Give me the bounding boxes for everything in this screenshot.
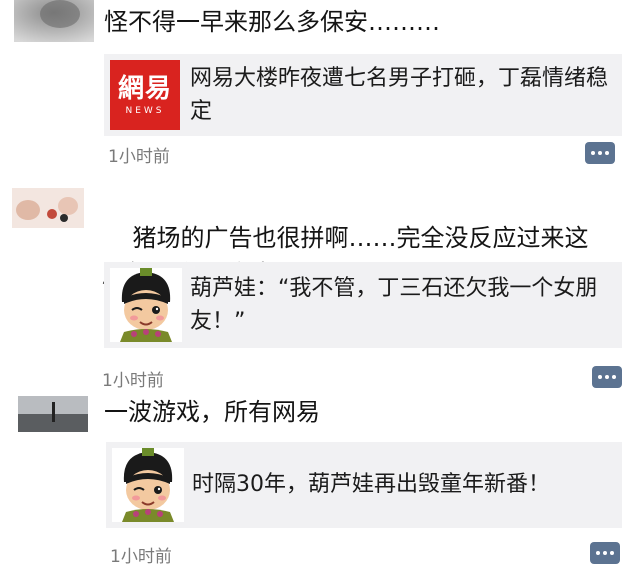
avatar-photo-icon <box>14 0 94 42</box>
avatar-photo-icon <box>12 188 84 228</box>
avatar-photo-icon <box>18 396 88 432</box>
moment-post-2: 猪场的广告也很拼啊……完全没反应过来这居然是个xx广告😂 葫芦娃：“我不管，丁三… <box>0 180 640 392</box>
comment-button[interactable] <box>590 542 620 564</box>
link-title: 时隔30年，葫芦娃再出毁童年新番！ <box>192 472 550 497</box>
shared-link-card[interactable]: 葫芦娃：“我不管，丁三石还欠我一个女朋友！” <box>104 262 622 348</box>
comment-button[interactable] <box>585 142 615 164</box>
shared-link-card[interactable]: 網易 NEWS 网易大楼昨夜遭七名男子打砸，丁磊情绪稳定 <box>104 54 622 136</box>
comment-dots-icon <box>591 151 595 155</box>
link-thumbnail <box>112 448 184 522</box>
comment-dots-icon <box>598 375 602 379</box>
link-thumbnail <box>110 268 182 342</box>
avatar[interactable] <box>18 396 88 432</box>
calabash-brother-icon <box>110 268 182 342</box>
calabash-brother-icon <box>112 448 184 522</box>
moment-post-1: 怪不得一早来那么多保安……… 網易 NEWS 网易大楼昨夜遭七名男子打砸，丁磊情… <box>0 0 640 180</box>
post-text: 怪不得一早来那么多保安……… <box>104 8 440 36</box>
link-title: 葫芦娃：“我不管，丁三石还欠我一个女朋友！” <box>190 276 598 334</box>
comment-button[interactable] <box>592 366 622 388</box>
post-timestamp: 1小时前 <box>108 147 170 167</box>
shared-link-card[interactable]: 时隔30年，葫芦娃再出毁童年新番！ <box>106 442 622 528</box>
link-thumbnail: 網易 NEWS <box>110 60 180 130</box>
post-timestamp: 1小时前 <box>102 371 164 391</box>
netease-news-logo: 網易 NEWS <box>110 60 180 130</box>
moment-post-3: 一波游戏，所有网易 时隔30年，葫芦娃再出毁童年新番！ 1小时前 <box>0 392 640 574</box>
post-text: 一波游戏，所有网易 <box>104 398 320 426</box>
post-timestamp: 1小时前 <box>110 547 172 567</box>
comment-dots-icon <box>596 551 600 555</box>
avatar[interactable] <box>12 188 84 228</box>
link-title: 网易大楼昨夜遭七名男子打砸，丁磊情绪稳定 <box>190 66 609 124</box>
avatar[interactable] <box>14 0 94 42</box>
